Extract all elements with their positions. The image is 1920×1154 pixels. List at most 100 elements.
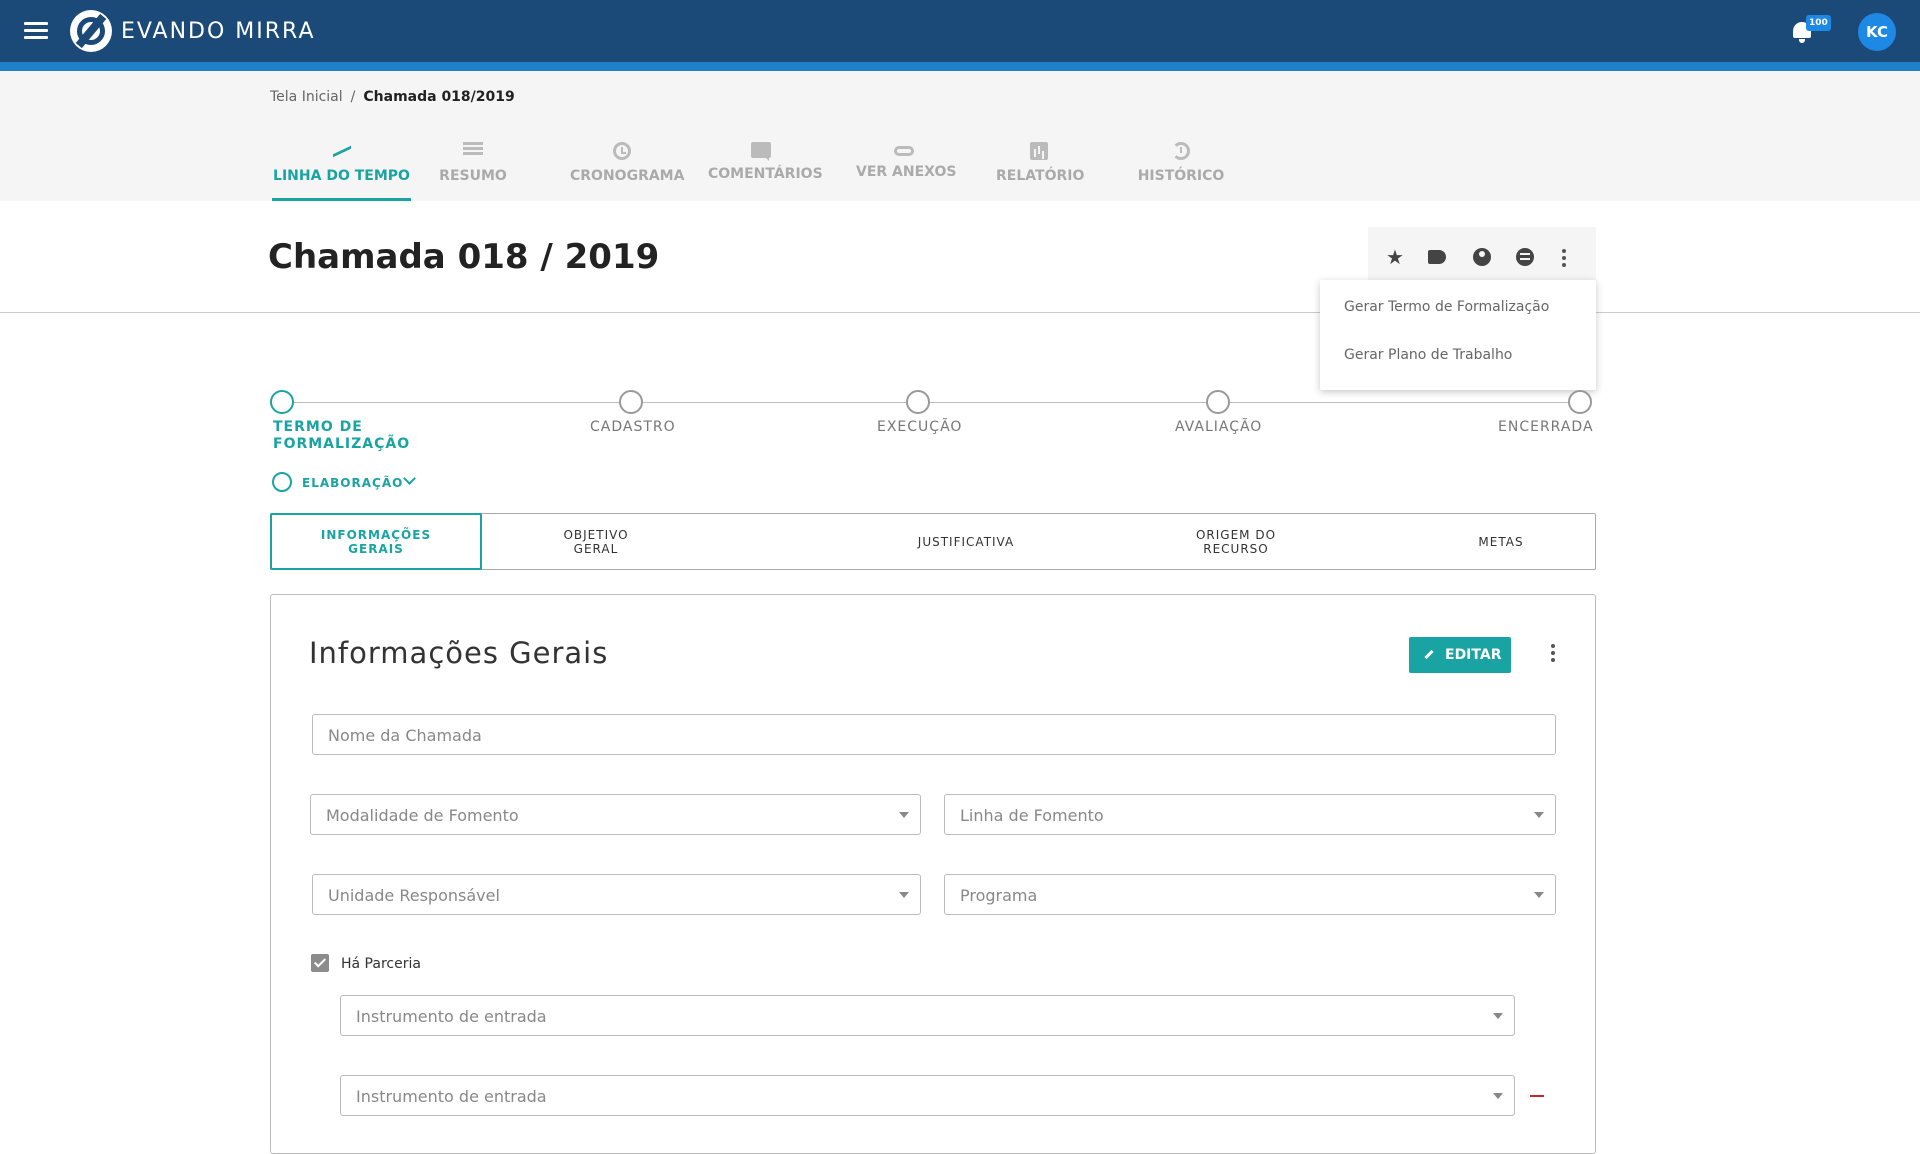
section-tab-line: METAS [1478,534,1524,549]
section-tab-line: GERAIS [348,541,404,556]
dropdown-arrow-icon [1534,892,1544,898]
section-tab-line: RECURSO [1203,541,1269,556]
section-tab-objetivo-geral[interactable]: OBJETIVO GERAL [521,514,671,569]
section-tab-line: GERAL [573,541,619,556]
tab-label: RESUMO [439,168,507,184]
edit-button-label: EDITAR [1445,647,1502,663]
field-placeholder: Unidade Responsável [328,886,500,905]
dropdown-arrow-icon [1534,812,1544,818]
stepper-track [282,402,1580,403]
tab-label: LINHA DO TEMPO [273,168,410,184]
section-tab-line: JUSTIFICATIVA [917,534,1015,549]
section-tab-line: ORIGEM DO [1195,527,1277,542]
linha-fomento-select[interactable]: Linha de Fomento [944,794,1556,835]
step-execucao-label: EXECUÇÃO [877,419,963,435]
instrumento-entrada-select-1[interactable]: Instrumento de entrada [340,995,1515,1036]
step-execucao-dot[interactable] [906,390,930,414]
section-tab-informacoes-gerais[interactable]: INFORMAÇÕES GERAIS [270,513,482,570]
unidade-responsavel-select[interactable]: Unidade Responsável [312,874,921,915]
dropdown-arrow-icon [1493,1093,1503,1099]
nome-chamada-field[interactable]: Nome da Chamada [312,714,1556,755]
menu-item-gerar-termo[interactable]: Gerar Termo de Formalização [1344,299,1549,315]
top-accent-bar [0,62,1920,71]
tab-resumo[interactable]: RESUMO [438,136,508,201]
star-icon[interactable]: ★ [1385,247,1405,267]
step-encerrada-label: ENCERRADA [1498,419,1594,435]
sub-step-label: ELABORAÇÃO [302,476,404,490]
field-placeholder: Programa [960,886,1038,905]
step-label-line: FORMALIZAÇÃO [273,436,411,452]
more-vert-icon[interactable] [1562,249,1566,270]
field-placeholder: Nome da Chamada [328,726,482,745]
card-more-vert-icon[interactable] [1551,644,1555,665]
timeline-icon [332,142,352,160]
swap-icon[interactable] [1516,248,1534,266]
tab-label: CRONOGRAMA [570,168,685,184]
section-tab-line: INFORMAÇÕES [320,527,432,542]
informacoes-gerais-card: Informações Gerais EDITAR Nome da Chamad… [270,594,1596,1154]
field-placeholder: Linha de Fomento [960,806,1104,825]
breadcrumb-separator: / [350,89,356,105]
paperclip-icon [894,146,914,156]
remove-instrumento-icon[interactable] [1530,1095,1544,1097]
section-tab-justificativa[interactable]: JUSTIFICATIVA [881,514,1051,569]
tab-label: HISTÓRICO [1137,168,1225,184]
tab-cronograma[interactable]: CRONOGRAMA [570,136,684,201]
field-placeholder: Instrumento de entrada [356,1007,547,1026]
comment-icon [750,142,771,161]
account-circle-icon[interactable] [1473,248,1491,266]
tab-ver-anexos[interactable]: VER ANEXOS [856,136,956,201]
action-toolbar: ★ [1368,227,1596,287]
breadcrumb-current: Chamada 018/2019 [363,89,515,105]
ha-parceria-label: Há Parceria [341,956,421,972]
step-avaliacao-dot[interactable] [1206,390,1230,414]
step-encerrada-dot[interactable] [1568,390,1592,414]
edit-button[interactable]: EDITAR [1409,637,1511,673]
tab-comentarios[interactable]: COMENTÁRIOS [708,136,823,201]
breadcrumb: Tela Inicial / Chamada 018/2019 [270,89,515,105]
label-icon[interactable] [1428,250,1446,264]
modalidade-fomento-select[interactable]: Modalidade de Fomento [310,794,921,835]
ha-parceria-checkbox[interactable] [311,954,329,972]
instrumento-entrada-select-2[interactable]: Instrumento de entrada [340,1075,1515,1116]
list-icon [463,142,483,160]
brand-logo [70,10,112,52]
actions-dropdown-menu: Gerar Termo de Formalização Gerar Plano … [1320,280,1596,390]
section-tab-origem-recurso[interactable]: ORIGEM DO RECURSO [1151,514,1321,569]
divider [0,312,1920,313]
field-placeholder: Instrumento de entrada [356,1087,547,1106]
user-avatar[interactable]: KC [1858,13,1896,51]
alarm-clock-icon [613,142,631,160]
tab-label: RELATÓRIO [996,168,1085,184]
step-avaliacao-label: AVALIAÇÃO [1175,419,1263,435]
section-tabs: INFORMAÇÕES GERAIS OBJETIVO GERAL JUSTIFIC… [270,513,1596,570]
section-tab-line: OBJETIVO [563,527,629,542]
sub-step-dot [272,472,292,492]
tab-relatorio[interactable]: RELATÓRIO [996,136,1085,201]
hamburger-menu-icon[interactable] [22,19,50,43]
field-placeholder: Modalidade de Fomento [326,806,519,825]
notification-count-badge: 100 [1806,15,1831,31]
tab-linha-do-tempo[interactable]: LINHA DO TEMPO [272,136,411,201]
step-termo-label: TERMO DE FORMALIZAÇÃO [273,419,410,453]
step-cadastro-label: CADASTRO [590,419,676,435]
pencil-icon [1424,649,1434,660]
tab-label: VER ANEXOS [856,164,957,180]
bar-chart-icon [1030,142,1048,160]
chevron-down-icon [403,472,416,485]
menu-item-gerar-plano[interactable]: Gerar Plano de Trabalho [1344,347,1512,363]
dropdown-arrow-icon [899,812,909,818]
programa-select[interactable]: Programa [944,874,1556,915]
section-tab-metas[interactable]: METAS [1441,514,1561,569]
tab-label: COMENTÁRIOS [708,166,823,182]
step-termo-dot[interactable] [270,390,294,414]
history-icon [1172,142,1190,160]
dropdown-arrow-icon [1493,1013,1503,1019]
brand-name: EVANDO MIRRA [121,19,316,44]
step-label-line: TERMO DE [273,419,363,435]
tab-historico[interactable]: HISTÓRICO [1136,136,1226,201]
page-title: Chamada 018 / 2019 [268,237,660,277]
card-title: Informações Gerais [309,636,609,670]
step-cadastro-dot[interactable] [619,390,643,414]
breadcrumb-home-link[interactable]: Tela Inicial [270,89,343,105]
